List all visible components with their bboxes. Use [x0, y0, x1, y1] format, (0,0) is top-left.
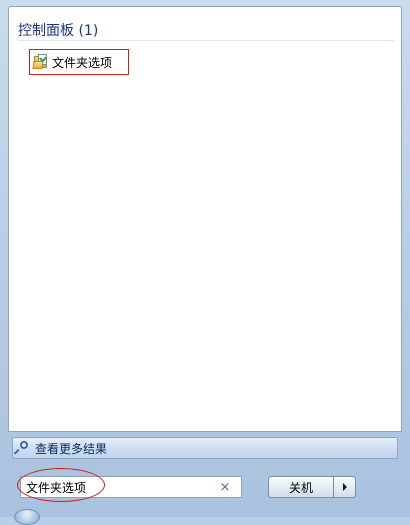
start-orb[interactable] — [14, 509, 40, 525]
see-more-results-button[interactable]: 查看更多结果 — [12, 437, 398, 459]
start-menu: 控制面板 (1) 文件夹选项 查看更多结果 × 关机 — [0, 0, 410, 525]
chevron-right-icon — [342, 483, 347, 491]
result-group-header[interactable]: 控制面板 (1) — [18, 22, 394, 41]
group-title: 控制面板 (1) — [18, 23, 99, 39]
see-more-results-label: 查看更多结果 — [35, 441, 108, 456]
clear-icon[interactable]: × — [216, 477, 234, 497]
result-item-folder-options[interactable]: 文件夹选项 — [29, 49, 129, 75]
search-box: × — [20, 476, 242, 498]
folder-options-icon — [32, 54, 49, 70]
search-input[interactable] — [21, 477, 216, 497]
shutdown-button[interactable]: 关机 — [268, 476, 334, 498]
shutdown-options-button[interactable] — [334, 476, 356, 498]
shutdown-group: 关机 — [268, 476, 358, 498]
search-results-pane: 控制面板 (1) 文件夹选项 — [8, 6, 402, 432]
search-icon — [13, 441, 31, 455]
result-item-label: 文件夹选项 — [52, 55, 113, 70]
